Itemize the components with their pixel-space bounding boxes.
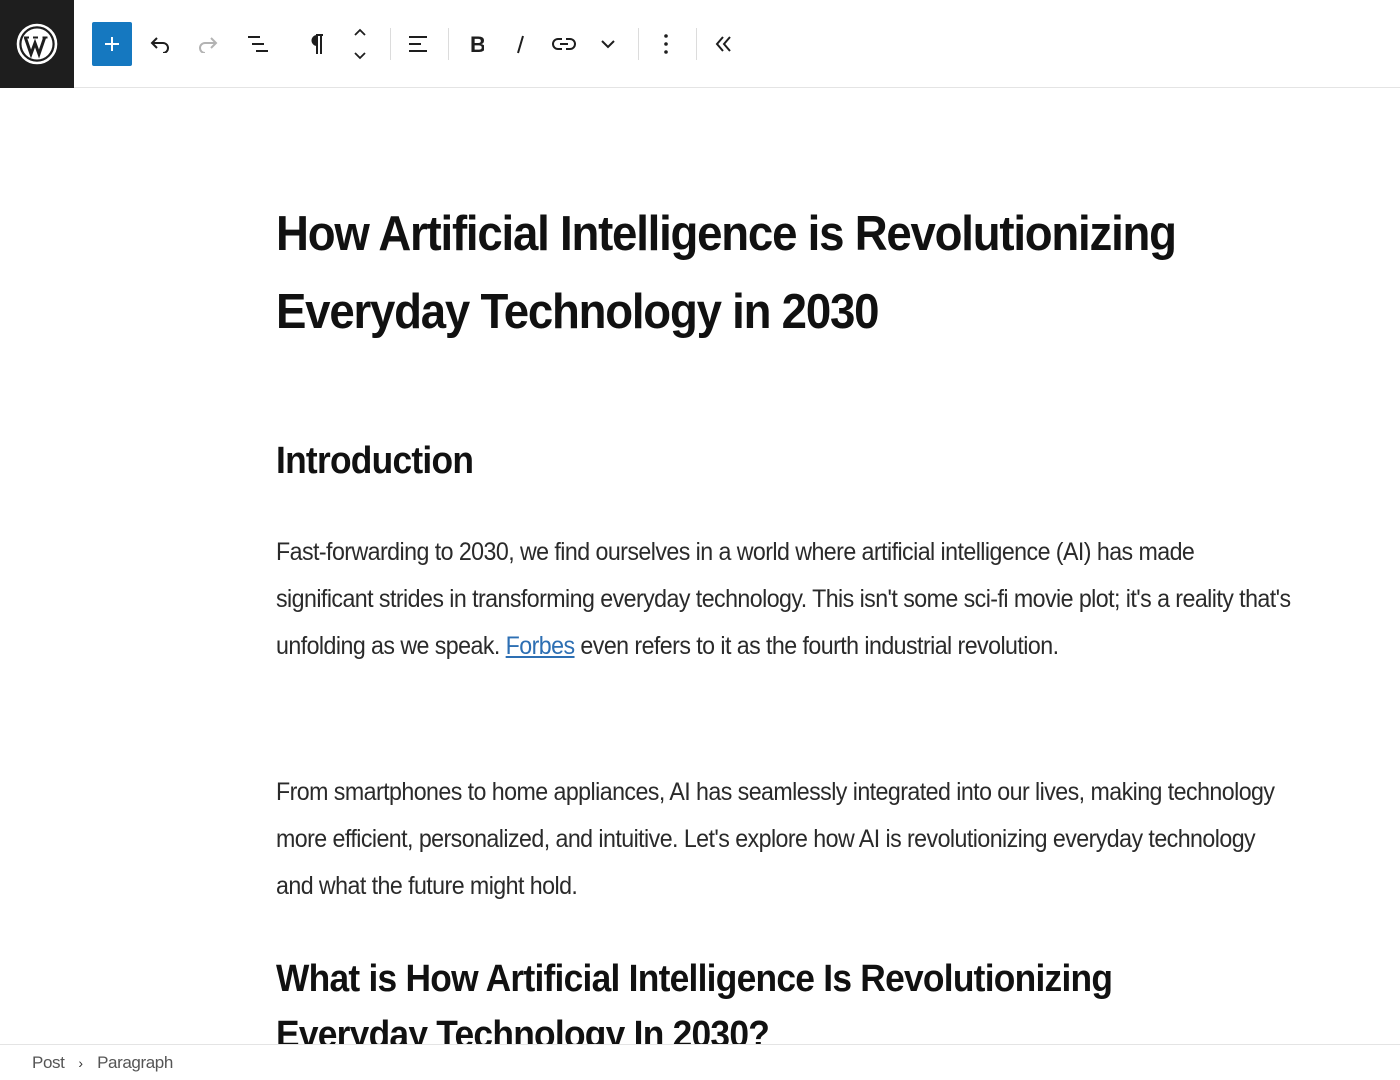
breadcrumb-post[interactable]: Post bbox=[32, 1053, 65, 1073]
collapse-toolbar-button[interactable] bbox=[704, 20, 744, 68]
intro-heading[interactable]: Introduction bbox=[276, 437, 474, 485]
toolbar-divider bbox=[448, 28, 449, 60]
breadcrumb-paragraph[interactable]: Paragraph bbox=[97, 1053, 173, 1073]
document-outline-icon bbox=[248, 36, 268, 52]
paragraph-block[interactable]: From smartphones to home appliances, AI … bbox=[276, 769, 1297, 910]
align-button[interactable] bbox=[398, 20, 438, 68]
paragraph-text: even refers to it as the fourth industri… bbox=[574, 632, 1059, 660]
bold-button[interactable]: B bbox=[456, 20, 496, 68]
redo-icon bbox=[199, 37, 218, 53]
svg-text:B: B bbox=[470, 33, 484, 55]
forbes-link[interactable]: Forbes bbox=[506, 632, 575, 660]
wordpress-logo-svg bbox=[16, 23, 58, 65]
block-type-button[interactable] bbox=[296, 20, 336, 68]
chevron-down-icon bbox=[601, 40, 615, 49]
toolbar-divider bbox=[696, 28, 697, 60]
document-outline-button[interactable] bbox=[238, 20, 278, 68]
link-icon bbox=[552, 38, 576, 50]
toolbar-divider bbox=[390, 28, 391, 60]
editor-toolbar: B bbox=[0, 0, 1400, 88]
redo-button[interactable] bbox=[188, 20, 228, 68]
link-button[interactable] bbox=[544, 20, 584, 68]
italic-icon bbox=[517, 35, 524, 54]
wordpress-logo-icon[interactable] bbox=[0, 0, 74, 88]
breadcrumb-separator: › bbox=[78, 1054, 84, 1071]
move-block-button[interactable] bbox=[340, 20, 380, 68]
align-left-icon bbox=[409, 36, 427, 52]
post-title[interactable]: How Artificial Intelligence is Revolutio… bbox=[276, 195, 1234, 351]
block-breadcrumb: Post › Paragraph bbox=[0, 1044, 1400, 1080]
undo-icon bbox=[150, 37, 169, 53]
editor-canvas: How Artificial Intelligence is Revolutio… bbox=[0, 89, 1400, 1044]
block-inserter-button[interactable] bbox=[92, 22, 132, 66]
move-up-down-icon bbox=[354, 28, 366, 60]
undo-button[interactable] bbox=[140, 20, 180, 68]
block-options-button[interactable] bbox=[646, 20, 686, 68]
more-vertical-icon bbox=[664, 34, 668, 54]
plus-icon bbox=[105, 37, 119, 51]
collapse-left-icon bbox=[715, 36, 731, 52]
paragraph-icon bbox=[311, 34, 323, 54]
section-heading[interactable]: What is How Artificial Intelligence Is R… bbox=[276, 951, 1243, 1044]
toolbar-divider bbox=[638, 28, 639, 60]
paragraph-block[interactable]: Fast-forwarding to 2030, we find ourselv… bbox=[276, 529, 1297, 670]
more-formats-button[interactable] bbox=[588, 20, 628, 68]
bold-icon: B bbox=[470, 33, 484, 55]
italic-button[interactable] bbox=[500, 20, 540, 68]
